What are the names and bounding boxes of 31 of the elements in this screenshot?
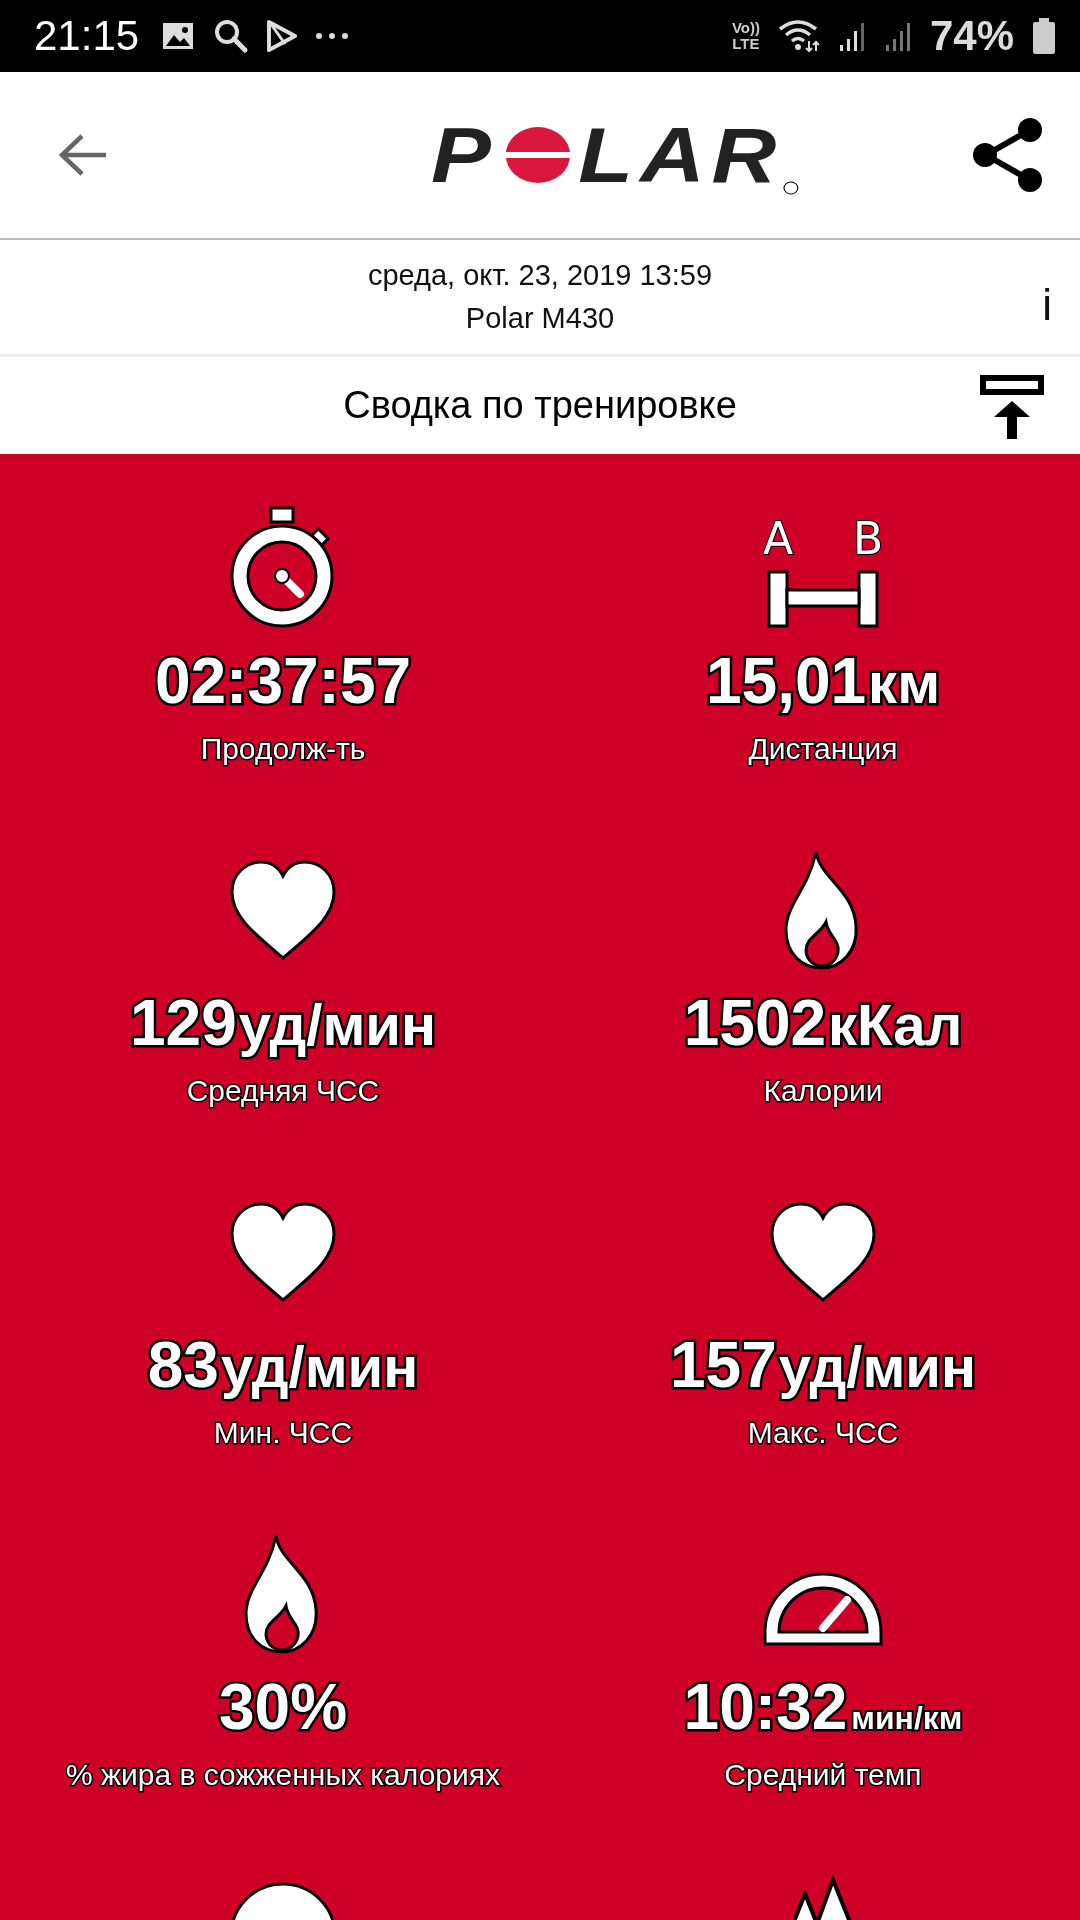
polar-logo: P LAR [430, 109, 800, 201]
stat-label: Продолж-ть [200, 732, 366, 766]
stat-label: Мин. ЧСС [213, 1416, 353, 1450]
stat-value: 1502кКал [683, 986, 963, 1060]
more-icon [315, 32, 350, 40]
stat-label: Дистанция [748, 732, 898, 766]
search-icon [213, 18, 250, 54]
workout-date: среда, окт. 23, 2019 13:59 [367, 259, 713, 292]
volte-indicator: Vo)) LTE [731, 20, 760, 52]
section-title: Сводка по тренировке [343, 384, 737, 427]
image-icon [161, 21, 196, 51]
stat-label: Калории [763, 1074, 883, 1108]
stat-value: 15,01км [705, 644, 941, 718]
info-button[interactable]: i [1038, 280, 1056, 330]
battery-icon [1032, 17, 1056, 55]
stat-value: 02:37:57 [154, 644, 412, 718]
stat-value: 30% [218, 1670, 348, 1744]
device-name: Polar M430 [465, 302, 615, 335]
stat-label: Макс. ЧСС [747, 1416, 899, 1450]
stat-value: 10:32 мин/км [683, 1670, 963, 1744]
upload-icon[interactable] [980, 375, 1044, 441]
stat-label: % жира в сожженных калориях [65, 1758, 500, 1792]
stat-value: 129уд/мин [129, 986, 437, 1060]
status-time: 21:15 [34, 12, 140, 60]
wifi-icon [777, 19, 820, 53]
battery-level: 74% [929, 12, 1014, 60]
stat-label: Средний темп [724, 1758, 922, 1792]
play-store-icon [267, 20, 298, 52]
stat-label: Средняя ЧСС [186, 1074, 380, 1108]
stat-value: 157уд/мин [669, 1328, 977, 1402]
stat-value: 83уд/мин [147, 1328, 419, 1402]
